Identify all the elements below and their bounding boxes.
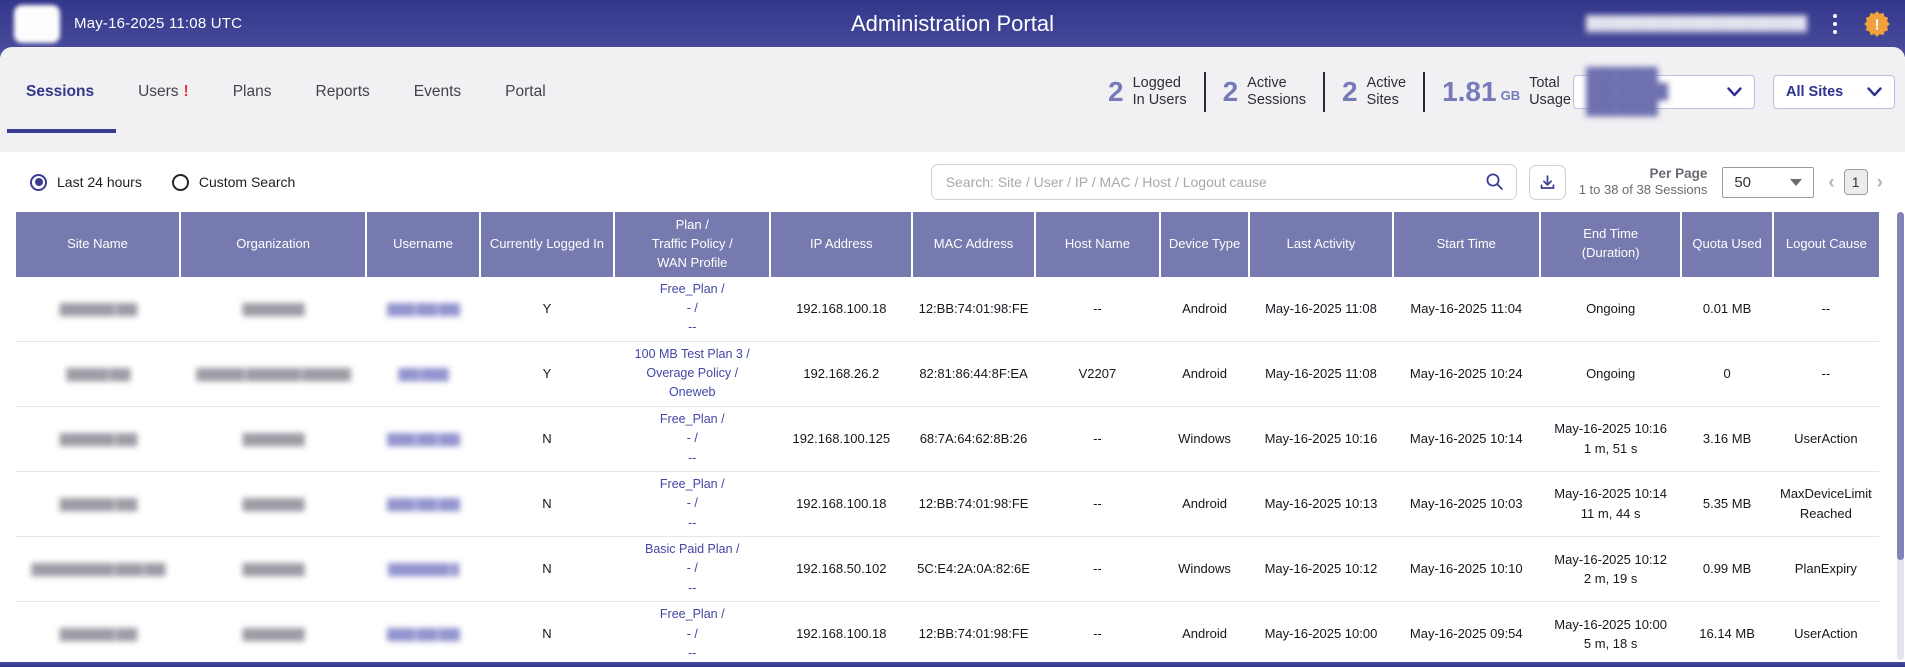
company-logo [14, 5, 60, 43]
radio-custom-search[interactable]: Custom Search [172, 174, 295, 191]
site-name-redacted: ████████ ███ [60, 499, 137, 511]
summary-stats: 2 Logged In Users 2 Active Sessions 2 Ac… [1108, 72, 1571, 112]
stat-divider [1204, 72, 1206, 112]
col-ip-address: IP Address [770, 212, 912, 277]
radio-last-24-hours[interactable]: Last 24 hours [30, 174, 142, 191]
chevron-down-icon [1867, 87, 1882, 97]
caret-down-icon [1790, 179, 1802, 186]
tab-reports[interactable]: Reports [316, 77, 370, 107]
plan-link[interactable]: Free_Plan / - / -- [614, 406, 770, 471]
table-row[interactable]: ████████ ███ █████████ ████ ███ ███ N Fr… [16, 471, 1879, 536]
username-link-redacted[interactable]: ████ ███ ███ [387, 434, 459, 446]
organization-redacted: ███████ ████████ ███████ [196, 369, 350, 381]
col-currently-logged-in: Currently Logged In [480, 212, 614, 277]
range-text: 1 to 38 of 38 Sessions [1579, 182, 1708, 199]
table-row[interactable]: ████████████ ████ ███ █████████ ████████… [16, 537, 1879, 602]
col-organization: Organization [180, 212, 366, 277]
stat-active-sessions: 2 Active Sessions [1223, 75, 1306, 110]
col-host-name: Host Name [1035, 212, 1160, 277]
plan-link[interactable]: Free_Plan / - / -- [614, 471, 770, 536]
col-quota-used: Quota Used [1681, 212, 1772, 277]
col-username: Username [366, 212, 480, 277]
vertical-scrollbar[interactable] [1897, 212, 1904, 660]
sessions-panel: Last 24 hours Custom Search Per Page 1 t… [6, 152, 1899, 667]
organization-redacted: █████████ [243, 629, 304, 641]
current-page-button[interactable]: 1 [1844, 169, 1868, 195]
organization-redacted: █████████ [243, 434, 304, 446]
table-header-row: Site Name Organization Username Currentl… [16, 212, 1879, 277]
search-input[interactable] [931, 164, 1517, 200]
site-name-redacted: ████████ ███ [60, 304, 137, 316]
radio-button-icon [30, 174, 47, 191]
tab-users[interactable]: Users! [138, 77, 189, 107]
filter-toolbar: Last 24 hours Custom Search Per Page 1 t… [6, 152, 1899, 210]
prev-page-button[interactable]: ‹ [1826, 173, 1836, 192]
col-mac-address: MAC Address [912, 212, 1035, 277]
site-name-redacted: ████████ ███ [60, 629, 137, 641]
table-row[interactable]: ████████ ███ █████████ ████ ███ ███ N Fr… [16, 406, 1879, 471]
table-row[interactable]: ████████ ███ █████████ ████ ███ ███ Y Fr… [16, 277, 1879, 342]
site-name-redacted: ████████████ ████ ███ [31, 564, 164, 576]
organization-redacted: █████████ [243, 499, 304, 511]
stat-total-usage: 1.81 GB Total Usage [1442, 75, 1571, 110]
col-plan: Plan / Traffic Policy / WAN Profile [614, 212, 770, 277]
stat-divider [1423, 72, 1425, 112]
site-name-redacted: ██████ ███ [66, 369, 129, 381]
user-email-link[interactable]: ████████████████████████ [1586, 14, 1807, 33]
username-link-redacted[interactable]: ███ ████ [398, 369, 448, 381]
per-page-label: Per Page [1579, 165, 1708, 183]
current-timestamp: May-16-2025 11:08 UTC [74, 15, 242, 32]
alert-badge-icon[interactable]: ! [1863, 10, 1891, 38]
table-row[interactable]: ██████ ███ ███████ ████████ ███████ ███ … [16, 341, 1879, 406]
username-link-redacted[interactable]: ████ ███ ███ [387, 499, 459, 511]
organization-redacted: █████████ [243, 564, 304, 576]
chevron-down-icon [1727, 87, 1742, 97]
download-icon [1538, 173, 1557, 192]
username-link-redacted[interactable]: █████████ █ [388, 564, 458, 576]
tab-portal[interactable]: Portal [505, 77, 546, 107]
col-last-activity: Last Activity [1249, 212, 1392, 277]
plan-link[interactable]: 100 MB Test Plan 3 / Overage Policy / On… [614, 341, 770, 406]
plan-link[interactable]: Free_Plan / - / -- [614, 277, 770, 342]
site-filter-dropdown[interactable]: All Sites [1773, 75, 1895, 109]
sessions-table: Site Name Organization Username Currentl… [6, 210, 1899, 667]
scrollbar-thumb[interactable] [1897, 212, 1904, 560]
plan-link[interactable]: Basic Paid Plan / - / -- [614, 537, 770, 602]
tab-sessions[interactable]: Sessions [26, 77, 94, 107]
username-link-redacted[interactable]: ████ ███ ███ [387, 304, 459, 316]
bottom-border-bar [0, 662, 1905, 667]
col-site-name: Site Name [16, 212, 180, 277]
pagination-summary: Per Page 1 to 38 of 38 Sessions [1579, 165, 1708, 199]
col-end-time: End Time (Duration) [1540, 212, 1682, 277]
download-button[interactable] [1529, 165, 1566, 200]
next-page-button[interactable]: › [1875, 173, 1885, 192]
plan-link[interactable]: Free_Plan / - / -- [614, 602, 770, 667]
search-icon[interactable] [1484, 171, 1505, 192]
tab-events[interactable]: Events [414, 77, 461, 107]
username-link-redacted[interactable]: ████ ███ ███ [387, 629, 459, 641]
table-row[interactable]: ████████ ███ █████████ ████ ███ ███ N Fr… [16, 602, 1879, 667]
col-start-time: Start Time [1393, 212, 1540, 277]
stat-active-sites: 2 Active Sites [1342, 75, 1406, 110]
col-logout-cause: Logout Cause [1773, 212, 1879, 277]
organization-dropdown[interactable]: ███████ ████████ ███████ [1573, 75, 1755, 109]
organization-redacted: █████████ [243, 304, 304, 316]
svg-text:!: ! [1874, 16, 1879, 33]
radio-button-icon [172, 174, 189, 191]
kebab-menu-icon[interactable] [1827, 10, 1843, 38]
tab-strip: Sessions Users! Plans Reports Events Por… [0, 47, 1905, 152]
tab-plans[interactable]: Plans [233, 77, 272, 107]
site-name-redacted: ████████ ███ [60, 434, 137, 446]
col-device-type: Device Type [1160, 212, 1249, 277]
stat-divider [1323, 72, 1325, 112]
page-size-dropdown[interactable]: 50 [1722, 167, 1814, 198]
users-alert-indicator: ! [184, 83, 189, 100]
stat-logged-in-users: 2 Logged In Users [1108, 75, 1187, 110]
